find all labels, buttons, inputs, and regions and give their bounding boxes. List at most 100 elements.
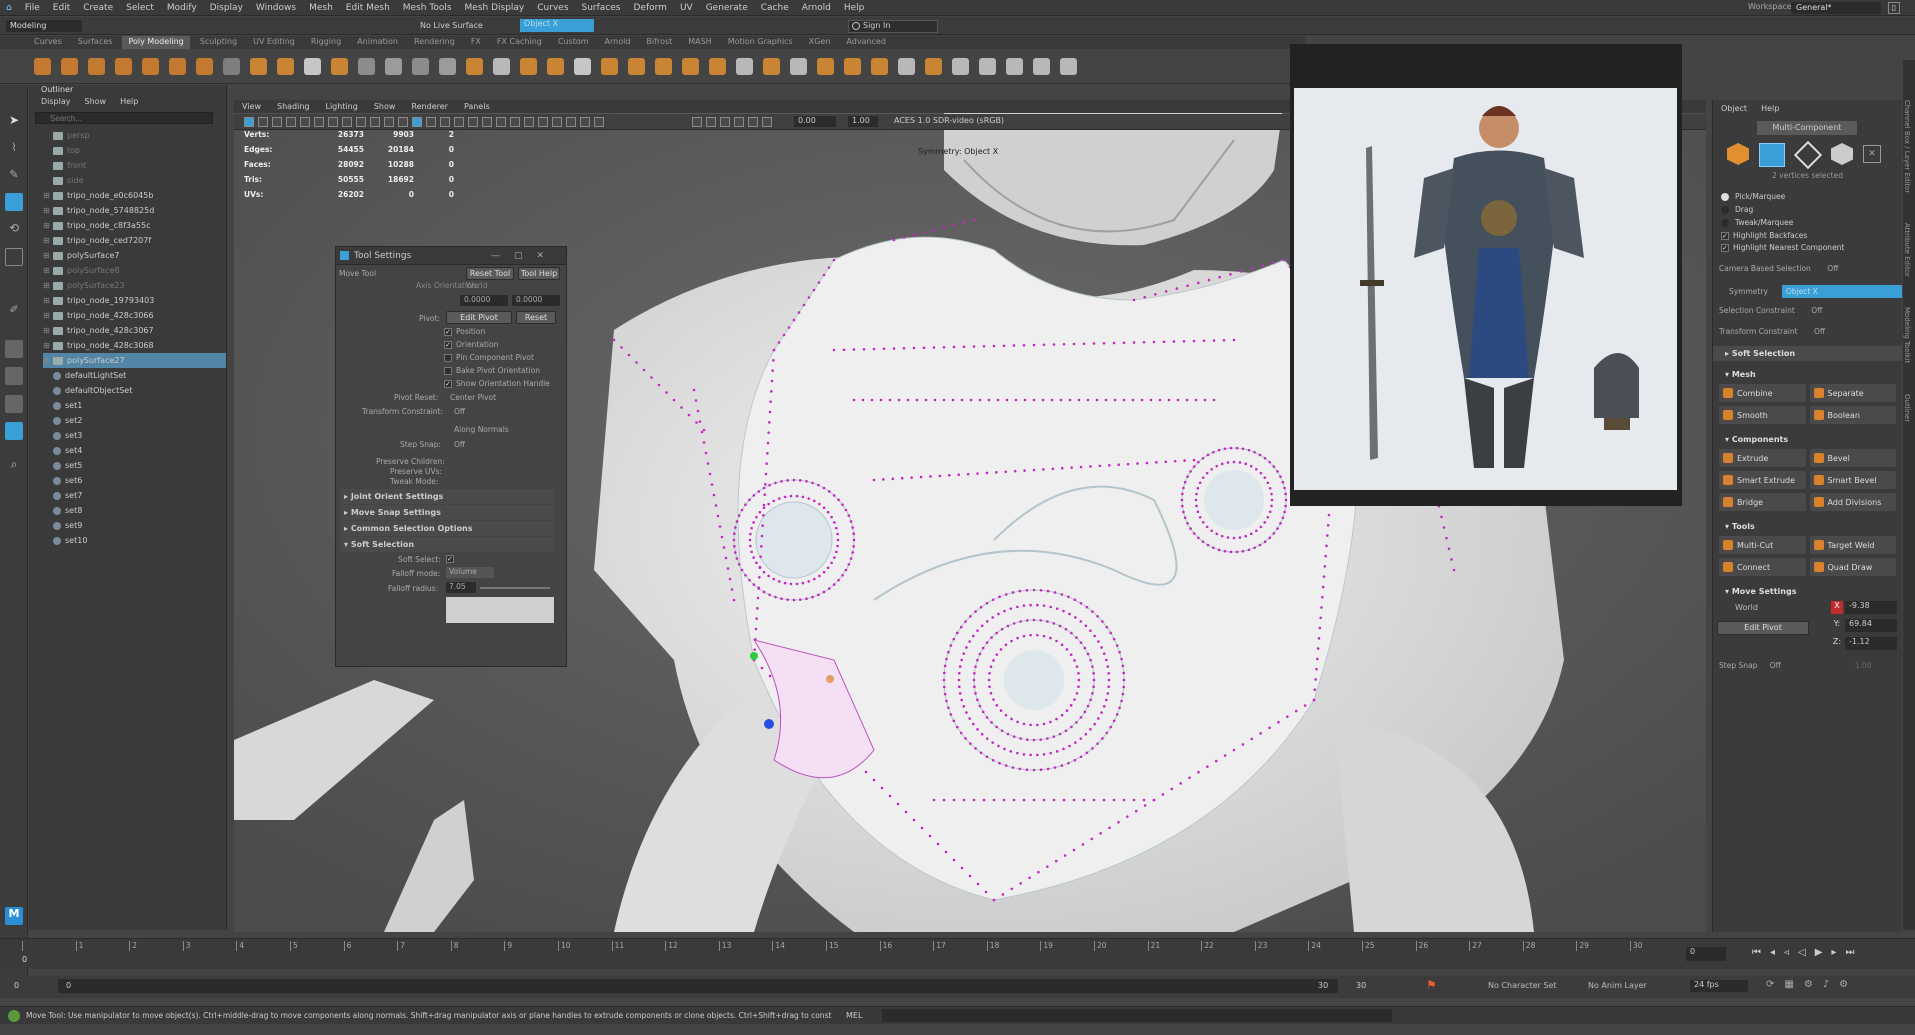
rotate-tool-icon[interactable]: ⟲ — [5, 221, 23, 239]
extrude-button[interactable]: Extrude — [1719, 449, 1806, 467]
outliner-item[interactable]: set5 — [43, 458, 226, 473]
shelf-tool-6-icon[interactable] — [169, 58, 186, 75]
shelf-tool-8-icon[interactable] — [223, 58, 240, 75]
smart-bevel-button[interactable]: Smart Bevel — [1809, 471, 1896, 489]
edge-mode-icon[interactable] — [1793, 140, 1823, 170]
shelf-tool-27-icon[interactable] — [736, 58, 753, 75]
face-mode-icon[interactable] — [1831, 143, 1853, 165]
layout-two-icon[interactable] — [5, 395, 23, 413]
viewport-tool-22-icon[interactable] — [538, 117, 548, 127]
shelf-tab-surfaces[interactable]: Surfaces — [72, 36, 119, 49]
outliner-menu-display[interactable]: Display — [41, 97, 71, 109]
shelf-tab-uv-editing[interactable]: UV Editing — [247, 36, 301, 49]
mel-label[interactable]: MEL — [846, 1011, 876, 1020]
move-tool-icon[interactable] — [5, 193, 23, 211]
pick-option[interactable]: Tweak/Marquee — [1721, 216, 1902, 229]
edit-pivot-button[interactable]: Edit Pivot — [1717, 621, 1809, 635]
outliner-item[interactable]: ⊞ polySurface23 — [43, 278, 226, 293]
pivot-option-checkbox[interactable]: ✓ — [444, 380, 452, 388]
viewport-tool-25-icon[interactable] — [580, 117, 590, 127]
shelf-tab-sculpting[interactable]: Sculpting — [194, 36, 243, 49]
shelf-tab-mash[interactable]: MASH — [682, 36, 717, 49]
menu-mesh[interactable]: Mesh — [309, 3, 333, 13]
shelf-tool-39-icon[interactable] — [1060, 58, 1077, 75]
symmetry-dropdown[interactable]: Object X — [1781, 285, 1902, 298]
shelf-tool-2-icon[interactable] — [61, 58, 78, 75]
mesh-section[interactable]: ▾ Mesh — [1713, 367, 1902, 382]
menu-help[interactable]: Help — [844, 3, 865, 13]
expand-icon[interactable]: ⊞ — [43, 206, 53, 215]
components-section[interactable]: ▾ Components — [1713, 432, 1902, 447]
symmetry-field[interactable]: Object X — [520, 19, 594, 32]
expand-icon[interactable]: ⊞ — [43, 296, 53, 305]
shelf-tool-31-icon[interactable] — [844, 58, 861, 75]
boolean-button[interactable]: Boolean — [1809, 406, 1896, 424]
viewport-tool-23-icon[interactable] — [552, 117, 562, 127]
side-rail-tab[interactable]: Attribute Editor — [1903, 223, 1911, 277]
shelf-tab-fx[interactable]: FX — [465, 36, 487, 49]
vertex-mode-icon[interactable] — [1759, 143, 1785, 167]
along-normals-radio[interactable]: Along Normals — [454, 425, 509, 434]
viewport-menu-lighting[interactable]: Lighting — [325, 102, 357, 111]
viewport-menu-panels[interactable]: Panels — [464, 102, 490, 111]
toolkit-menu-help[interactable]: Help — [1761, 104, 1779, 113]
target-weld-button[interactable]: Target Weld — [1809, 536, 1896, 554]
viewport-tool-1-icon[interactable] — [244, 117, 254, 127]
shelf-tool-38-icon[interactable] — [1033, 58, 1050, 75]
smart-extrude-button[interactable]: Smart Extrude — [1719, 471, 1806, 489]
viewport-tool-14-icon[interactable] — [426, 117, 436, 127]
window-controls-icon[interactable]: —▢✕ — [491, 251, 558, 261]
outliner-item[interactable]: persp — [43, 128, 226, 143]
outliner-item[interactable]: ⊞ tripo_node_428c3068 — [43, 338, 226, 353]
outliner-item[interactable]: ⊞ polySurface7 — [43, 248, 226, 263]
menu-file[interactable]: File — [25, 3, 40, 13]
expand-icon[interactable]: ⊞ — [43, 356, 53, 365]
viewport-tool-4-icon[interactable] — [286, 117, 296, 127]
shelf-tool-36-icon[interactable] — [979, 58, 996, 75]
move-x-field[interactable]: -9.38 — [1845, 601, 1897, 614]
highlight-backfaces-checkbox[interactable]: ✓ — [1721, 232, 1729, 240]
shelf-tool-18-icon[interactable] — [493, 58, 510, 75]
viewport-tool-6-icon[interactable] — [314, 117, 324, 127]
menu-generate[interactable]: Generate — [706, 3, 748, 13]
outliner-item[interactable]: ⊞ tripo_node_5748825d — [43, 203, 226, 218]
expand-icon[interactable]: ⊞ — [43, 251, 53, 260]
viewport-tool-20-icon[interactable] — [510, 117, 520, 127]
shelf-tool-4-icon[interactable] — [115, 58, 132, 75]
shelf-tab-custom[interactable]: Custom — [552, 36, 595, 49]
center-pivot-radio[interactable]: Center Pivot — [450, 393, 496, 402]
outliner-item[interactable]: set4 — [43, 443, 226, 458]
shelf-tab-motion-graphics[interactable]: Motion Graphics — [722, 36, 799, 49]
outliner-item[interactable]: ⊞ tripo_node_ced7207f — [43, 233, 226, 248]
multi-component-button[interactable]: Multi-Component — [1757, 121, 1857, 135]
shelf-tool-12-icon[interactable] — [331, 58, 348, 75]
shelf-tool-16-icon[interactable] — [439, 58, 456, 75]
shelf-tool-5-icon[interactable] — [142, 58, 159, 75]
outliner-item[interactable]: top — [43, 143, 226, 158]
select-tool-icon[interactable]: ➤ — [5, 113, 23, 131]
viewport-tool-15-icon[interactable] — [440, 117, 450, 127]
expand-icon[interactable]: ⊞ — [43, 311, 53, 320]
viewport-tool-16-icon[interactable] — [454, 117, 464, 127]
outliner-item[interactable]: set6 — [43, 473, 226, 488]
outliner-item[interactable]: defaultLightSet — [43, 368, 226, 383]
outliner-item[interactable]: defaultObjectSet — [43, 383, 226, 398]
range-start-field[interactable]: 0 — [14, 981, 19, 990]
highlight-nearest-checkbox[interactable]: ✓ — [1721, 244, 1729, 252]
quad-draw-button[interactable]: Quad Draw — [1809, 558, 1896, 576]
shelf-tool-23-icon[interactable] — [628, 58, 645, 75]
menu-select[interactable]: Select — [126, 3, 154, 13]
pivot-option-checkbox[interactable] — [444, 367, 452, 375]
menu-create[interactable]: Create — [83, 3, 113, 13]
separate-button[interactable]: Separate — [1809, 384, 1896, 402]
outliner-item[interactable]: set1 — [43, 398, 226, 413]
shelf-tab-rigging[interactable]: Rigging — [305, 36, 347, 49]
menu-uv[interactable]: UV — [680, 3, 693, 13]
step-snap-dropdown[interactable]: Off — [1770, 661, 1781, 670]
viewport-tool-7-icon[interactable] — [328, 117, 338, 127]
side-rail-tab[interactable]: Modeling Toolkit — [1903, 307, 1911, 363]
tool-help-button[interactable]: Tool Help — [518, 267, 560, 280]
soft-select-checkbox[interactable]: ✓ — [446, 555, 454, 563]
menu-mesh-tools[interactable]: Mesh Tools — [403, 3, 452, 13]
menu-display[interactable]: Display — [210, 3, 243, 13]
